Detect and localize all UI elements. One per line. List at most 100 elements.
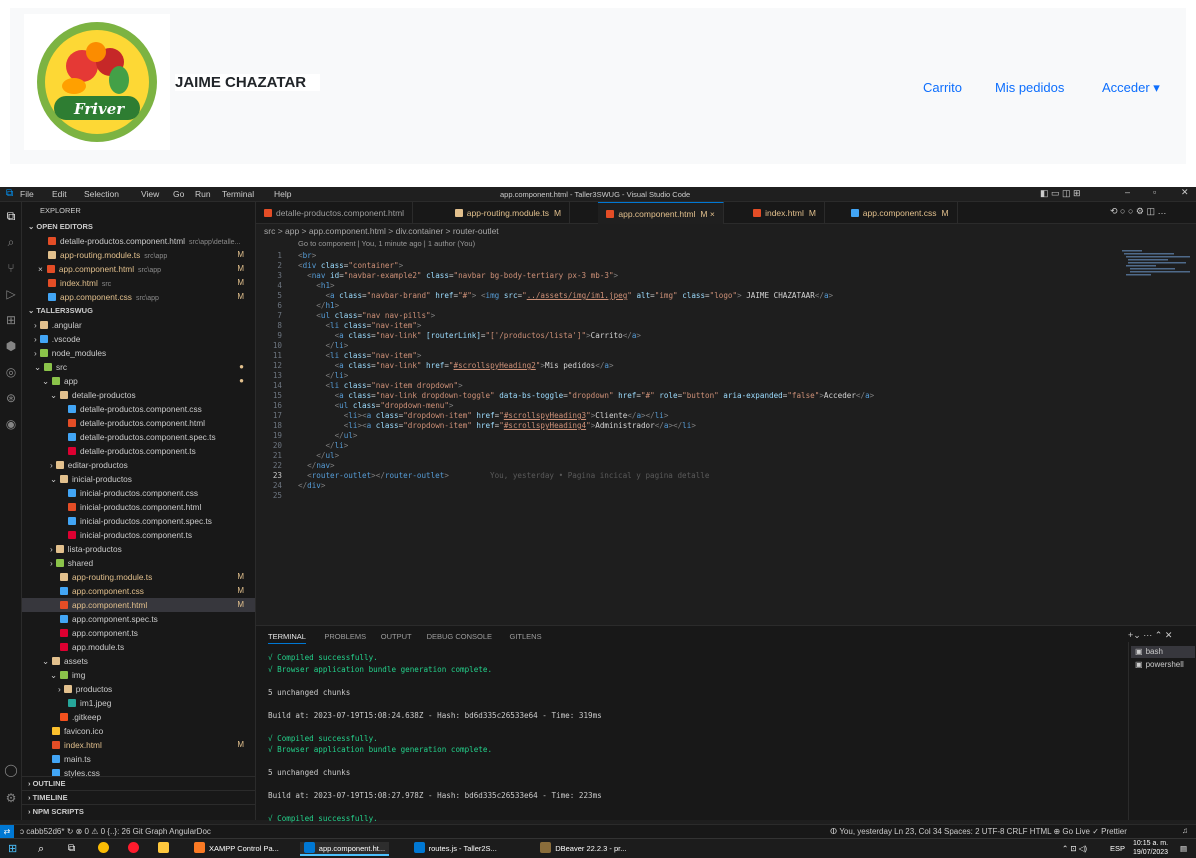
file-item[interactable]: detalle-productos.component.css bbox=[22, 402, 255, 416]
folder-item[interactable]: › .vscode bbox=[22, 332, 255, 346]
folder-item[interactable]: › shared bbox=[22, 556, 255, 570]
status-right[interactable]: ⵀ You, yesterday Ln 23, Col 34 Spaces: 2… bbox=[830, 827, 1127, 836]
file-item[interactable]: app-routing.module.ts M bbox=[22, 570, 255, 584]
editor-tab[interactable]: app-routing.module.ts M bbox=[447, 202, 571, 224]
nav-link-carrito[interactable]: Carrito bbox=[923, 80, 962, 95]
panel-actions-icon[interactable]: +⌄ ··· ⌃ ✕ bbox=[1128, 630, 1172, 641]
navbar-brand[interactable]: JAIME CHAZATAR bbox=[175, 74, 321, 91]
angular-icon[interactable]: ⬢ bbox=[3, 338, 19, 354]
file-item[interactable]: app.component.html M bbox=[22, 598, 255, 612]
terminal-instance-powershell[interactable]: ▣ powershell bbox=[1131, 659, 1195, 671]
opera-icon[interactable] bbox=[128, 842, 143, 856]
menu-run[interactable]: Run bbox=[195, 189, 211, 199]
file-item[interactable]: favicon.ico bbox=[22, 724, 255, 738]
nav-link-mis-pedidos[interactable]: Mis pedidos bbox=[995, 80, 1064, 95]
file-item[interactable]: app.component.ts bbox=[22, 626, 255, 640]
panel-tab-terminal[interactable]: TERMINAL bbox=[268, 632, 306, 644]
file-item[interactable]: inicial-productos.component.spec.ts bbox=[22, 514, 255, 528]
panel-tab-problems[interactable]: PROBLEMS bbox=[324, 632, 366, 641]
task-view-icon[interactable]: ⧉ bbox=[68, 842, 75, 856]
open-editor-item[interactable]: × app.component.html src\app M bbox=[22, 262, 255, 276]
file-item[interactable]: detalle-productos.component.html bbox=[22, 416, 255, 430]
minimize-icon[interactable]: – bbox=[1125, 187, 1130, 197]
file-item[interactable]: im1.jpeg bbox=[22, 696, 255, 710]
folder-item[interactable]: › lista-productos bbox=[22, 542, 255, 556]
file-item[interactable]: inicial-productos.component.ts bbox=[22, 528, 255, 542]
nav-dropdown-acceder[interactable]: Acceder ▾ bbox=[1102, 80, 1160, 96]
panel-tab-output[interactable]: OUTPUT bbox=[381, 632, 412, 641]
menu-view[interactable]: View bbox=[141, 189, 159, 199]
taskbar-app[interactable]: XAMPP Control Pa... bbox=[190, 842, 283, 856]
file-item[interactable]: detalle-productos.component.ts bbox=[22, 444, 255, 458]
status-left[interactable]: ↄ cabb52d6* ↻ ⊗ 0 ⚠ 0 {..}: 26 Git Graph… bbox=[20, 827, 211, 836]
open-editor-item[interactable]: index.html src M bbox=[22, 276, 255, 290]
editor-actions-icon[interactable]: ⟲ ○ ○ ⚙ ◫ … bbox=[1110, 206, 1167, 217]
remote-icon[interactable]: ◉ bbox=[3, 416, 19, 432]
folder-item[interactable]: ⌄ detalle-productos bbox=[22, 388, 255, 402]
folder-item[interactable]: › node_modules bbox=[22, 346, 255, 360]
breadcrumb[interactable]: src > app > app.component.html > div.con… bbox=[264, 226, 499, 236]
source-control-icon[interactable]: ⑂ bbox=[3, 260, 19, 276]
timeline-icon[interactable]: ◎ bbox=[3, 364, 19, 380]
close-icon[interactable]: ✕ bbox=[1181, 187, 1189, 198]
remote-indicator-icon[interactable]: ⇄ bbox=[0, 825, 14, 838]
explorer-icon[interactable]: ⧉ bbox=[3, 208, 19, 224]
layout-controls-icon[interactable]: ◧ ▭ ◫ ⊞ bbox=[1040, 188, 1081, 199]
file-item[interactable]: app.module.ts bbox=[22, 640, 255, 654]
folder-item[interactable]: › .angular bbox=[22, 318, 255, 332]
open-editor-item[interactable]: detalle-productos.component.html src\app\… bbox=[22, 234, 255, 248]
search-icon[interactable]: ⌕ bbox=[3, 234, 19, 250]
section-npm-scripts[interactable]: › NPM SCRIPTS bbox=[22, 804, 255, 818]
folder-item[interactable]: ⌄ assets bbox=[22, 654, 255, 668]
notification-center-icon[interactable]: ▤ bbox=[1180, 842, 1187, 856]
panel-tab-gitlens[interactable]: GITLENS bbox=[510, 632, 542, 641]
menu-edit[interactable]: Edit bbox=[52, 189, 67, 199]
settings-gear-icon[interactable]: ⚙ bbox=[3, 790, 19, 806]
code-editor[interactable]: 1 2 3 4 5 6 7 8 9 10 11 12 13 14 15 16 17 18 19 20 21 22 23 24 2… bbox=[256, 247, 1116, 607]
file-item[interactable]: app.component.spec.ts bbox=[22, 612, 255, 626]
taskbar-app[interactable]: routes.js - Taller2S... bbox=[410, 842, 501, 856]
taskbar-app[interactable]: DBeaver 22.2.3 - pr... bbox=[536, 842, 630, 856]
notifications-icon[interactable]: ♫ bbox=[1182, 826, 1188, 835]
system-tray-icon[interactable]: ⌃ ⊡ ◁) bbox=[1062, 842, 1087, 856]
folder-item[interactable]: ⌄ inicial-productos bbox=[22, 472, 255, 486]
extensions-icon[interactable]: ⊞ bbox=[3, 312, 19, 328]
menu-file[interactable]: File bbox=[20, 189, 34, 199]
folder-item[interactable]: ⌄ img bbox=[22, 668, 255, 682]
run-debug-icon[interactable]: ▷ bbox=[3, 286, 19, 302]
editor-tab[interactable]: app.component.html M × bbox=[598, 202, 724, 224]
file-item[interactable]: inicial-productos.component.html bbox=[22, 500, 255, 514]
account-icon[interactable]: ◯ bbox=[3, 762, 19, 778]
file-explorer-icon[interactable] bbox=[158, 842, 173, 856]
file-item[interactable]: detalle-productos.component.spec.ts bbox=[22, 430, 255, 444]
editor-tab[interactable]: app.component.css M bbox=[843, 202, 958, 224]
folder-item[interactable]: › productos bbox=[22, 682, 255, 696]
folder-item[interactable]: ⌄ app ● bbox=[22, 374, 255, 388]
folder-item[interactable]: › editar-productos bbox=[22, 458, 255, 472]
open-editors-header[interactable]: ⌄ OPEN EDITORS bbox=[22, 220, 255, 234]
close-editor-icon[interactable]: × bbox=[38, 264, 43, 274]
file-item[interactable]: main.ts bbox=[22, 752, 255, 766]
terminal-instance-bash[interactable]: ▣ bash bbox=[1131, 646, 1195, 658]
menu-terminal[interactable]: Terminal bbox=[222, 189, 254, 199]
file-item[interactable]: index.html M bbox=[22, 738, 255, 752]
folder-item[interactable]: ⌄ src ● bbox=[22, 360, 255, 374]
chrome-icon[interactable] bbox=[98, 842, 113, 856]
section-outline[interactable]: › OUTLINE bbox=[22, 776, 255, 790]
menu-selection[interactable]: Selection bbox=[84, 189, 119, 199]
file-item[interactable]: .gitkeep bbox=[22, 710, 255, 724]
brand-logo[interactable]: Friver bbox=[24, 14, 170, 150]
menu-help[interactable]: Help bbox=[274, 189, 291, 199]
workspace-header[interactable]: ⌄ TALLER3SWUG bbox=[22, 304, 255, 318]
editor-tab[interactable]: index.html M bbox=[745, 202, 825, 224]
section-timeline[interactable]: › TIMELINE bbox=[22, 790, 255, 804]
panel-tab-debug-console[interactable]: DEBUG CONSOLE bbox=[427, 632, 492, 641]
open-editor-item[interactable]: app.component.css src\app M bbox=[22, 290, 255, 304]
taskbar-app[interactable]: app.component.ht... bbox=[299, 842, 390, 856]
maximize-icon[interactable]: ▫ bbox=[1153, 187, 1156, 197]
file-item[interactable]: app.component.css M bbox=[22, 584, 255, 598]
search-taskbar-icon[interactable]: ⌕ bbox=[38, 842, 44, 856]
clock[interactable]: 10:15 a. m. 19/07/2023 bbox=[1133, 839, 1168, 856]
file-item[interactable]: inicial-productos.component.css bbox=[22, 486, 255, 500]
language-indicator[interactable]: ESP bbox=[1110, 842, 1125, 856]
